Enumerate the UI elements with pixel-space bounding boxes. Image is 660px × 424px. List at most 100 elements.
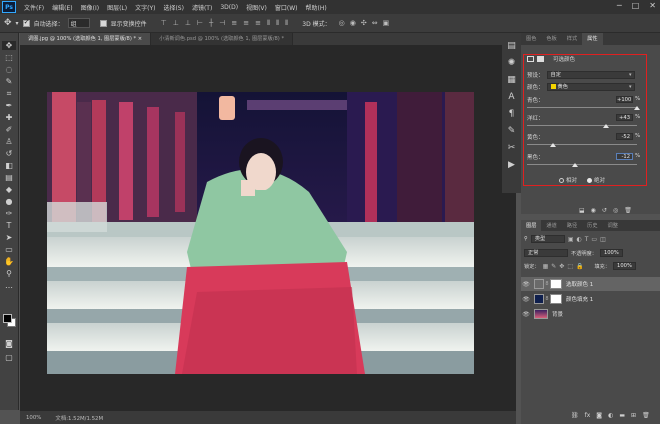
black-value[interactable]: -12 — [616, 153, 633, 160]
crop-tool-icon[interactable]: ⌗ — [2, 89, 16, 98]
view-previous-icon[interactable]: ◉ — [591, 207, 596, 214]
magenta-slider-track[interactable] — [527, 125, 637, 126]
filter-type-icon[interactable]: T — [585, 236, 589, 243]
tab-styles[interactable]: 样式 — [562, 33, 582, 45]
filter-smart-icon[interactable]: ◫ — [600, 236, 606, 243]
yellow-slider-thumb[interactable] — [550, 143, 557, 147]
new-layer-icon[interactable]: ⊞ — [631, 412, 636, 419]
kind-filter-dropdown[interactable]: 类型 — [530, 235, 565, 243]
adjustments-panel-icon[interactable]: ✺ — [508, 58, 516, 68]
filter-adjust-icon[interactable]: ◐ — [576, 236, 581, 243]
menu-3d[interactable]: 3D(D) — [216, 4, 242, 11]
type-tool-icon[interactable]: T — [2, 221, 16, 230]
distribute-top-icon[interactable]: ≡ — [231, 19, 237, 28]
tab-swatches[interactable]: 色板 — [541, 33, 561, 45]
align-top-icon[interactable]: ⊤ — [161, 19, 167, 28]
tab-color[interactable]: 图色 — [521, 33, 541, 45]
gradient-tool-icon[interactable]: ▤ — [2, 173, 16, 182]
actions-panel-icon[interactable]: ▶ — [508, 160, 515, 170]
fill-input[interactable]: 100% — [613, 262, 636, 270]
distribute-bottom-icon[interactable]: ≡ — [255, 19, 261, 28]
tab-adjustments[interactable]: 调整 — [603, 220, 623, 231]
auto-select-dropdown[interactable]: 组 — [67, 18, 90, 28]
layer-row-color-fill[interactable]: 👁 8 颜色填充 1 — [521, 292, 660, 306]
healing-tool-icon[interactable]: ✚ — [2, 113, 16, 122]
new-group-icon[interactable]: ▬ — [619, 412, 625, 419]
tool-presets-icon[interactable]: ✂ — [508, 143, 516, 153]
layer-mask-icon[interactable] — [537, 56, 544, 62]
more-tools-icon[interactable]: … — [2, 281, 16, 290]
distribute-center-icon[interactable]: ⦀ — [276, 19, 279, 28]
filter-pixel-icon[interactable]: ▣ — [568, 236, 574, 243]
adjustment-layer-icon[interactable] — [527, 56, 534, 62]
libraries-panel-icon[interactable]: ▦ — [507, 75, 516, 85]
radio-absolute[interactable] — [587, 178, 593, 183]
eraser-tool-icon[interactable]: ◧ — [2, 161, 16, 170]
clip-to-layer-icon[interactable]: ⬓ — [579, 207, 585, 214]
lock-all-icon[interactable]: 🔒 — [576, 263, 583, 270]
blur-tool-icon[interactable]: ◆ — [2, 185, 16, 194]
show-transform-checkbox[interactable] — [99, 19, 107, 27]
marquee-tool-icon[interactable]: ⬚ — [2, 53, 16, 62]
black-slider-track[interactable] — [527, 164, 637, 165]
delete-layer-icon[interactable]: 🗑 — [642, 412, 650, 419]
new-adjustment-icon[interactable]: ◐ — [608, 412, 613, 419]
menu-select[interactable]: 选择(S) — [159, 3, 188, 12]
cyan-slider-thumb[interactable] — [634, 106, 640, 110]
align-bottom-icon[interactable]: ⊥ — [185, 19, 191, 28]
blend-mode-dropdown[interactable]: 正常 — [524, 249, 568, 257]
foreground-color-swatch[interactable] — [3, 314, 12, 323]
method-relative-option[interactable]: 相对 — [559, 176, 577, 184]
cyan-value[interactable]: +100 — [616, 96, 633, 103]
slide-3d-icon[interactable]: ⇔ — [372, 19, 378, 27]
pen-tool-icon[interactable]: ✑ — [2, 209, 16, 218]
tab-document-1[interactable]: 调图.jpg @ 100% (选取颜色 1, 图层蒙版/8) * × — [20, 33, 152, 45]
quick-mask-icon[interactable]: ◙ — [2, 339, 16, 348]
lock-pixels-icon[interactable]: ▦ — [543, 263, 549, 270]
magenta-slider-thumb[interactable] — [602, 124, 609, 128]
shape-tool-icon[interactable]: ▭ — [2, 245, 16, 254]
radio-relative[interactable] — [559, 178, 564, 183]
maximize-button[interactable]: □ — [632, 1, 640, 10]
menu-type[interactable]: 文字(Y) — [131, 3, 159, 12]
menu-window[interactable]: 窗口(W) — [271, 3, 302, 12]
lock-paint-icon[interactable]: ✎ — [551, 263, 556, 270]
opacity-input[interactable]: 100% — [599, 249, 623, 257]
move-tool-icon[interactable]: ✥ — [2, 41, 16, 50]
add-mask-icon[interactable]: ◙ — [596, 412, 602, 419]
quick-select-tool-icon[interactable]: ✎ — [2, 77, 16, 86]
zoom-level[interactable]: 100% — [26, 415, 41, 421]
menu-filter[interactable]: 滤镜(T) — [188, 3, 216, 12]
menu-edit[interactable]: 编辑(E) — [48, 3, 76, 12]
menu-layer[interactable]: 图层(L) — [103, 3, 131, 12]
menu-help[interactable]: 帮助(H) — [302, 3, 331, 12]
eye-icon[interactable]: 👁 — [521, 311, 531, 318]
tab-channels[interactable]: 通道 — [541, 220, 561, 231]
tab-paths[interactable]: 路径 — [562, 220, 582, 231]
delete-adjustment-icon[interactable]: 🗑 — [624, 207, 632, 214]
minimize-button[interactable]: ─ — [617, 1, 622, 10]
visibility-icon[interactable]: ◎ — [613, 207, 618, 214]
orbit-3d-icon[interactable]: ◎ — [339, 19, 345, 27]
brush-panel-icon[interactable]: ✎ — [508, 126, 516, 136]
close-button[interactable]: ✕ — [649, 1, 656, 10]
colors-dropdown[interactable]: 黄色 — [546, 83, 635, 91]
screen-mode-icon[interactable]: ▢ — [2, 353, 16, 362]
distribute-right-icon[interactable]: ⦀ — [285, 19, 288, 28]
align-center-icon[interactable]: ┼ — [209, 19, 213, 28]
eye-icon[interactable]: 👁 — [521, 281, 531, 288]
character-panel-icon[interactable]: A — [508, 92, 514, 102]
lock-artboard-icon[interactable]: ⬚ — [567, 263, 573, 270]
reset-icon[interactable]: ↺ — [602, 207, 607, 214]
method-absolute-option[interactable]: 绝对 — [587, 176, 605, 184]
scale-3d-icon[interactable]: ▣ — [383, 19, 390, 27]
brush-tool-icon[interactable]: ✐ — [2, 125, 16, 134]
align-middle-icon[interactable]: ⊥ — [173, 19, 179, 28]
history-brush-tool-icon[interactable]: ↺ — [2, 149, 16, 158]
distribute-left-icon[interactable]: ⦀ — [267, 19, 270, 28]
lasso-tool-icon[interactable]: ◌ — [2, 65, 16, 74]
roll-3d-icon[interactable]: ◉ — [350, 19, 356, 27]
eye-icon[interactable]: 👁 — [521, 296, 531, 303]
black-slider-thumb[interactable] — [572, 163, 579, 167]
menu-image[interactable]: 图像(I) — [77, 3, 103, 12]
